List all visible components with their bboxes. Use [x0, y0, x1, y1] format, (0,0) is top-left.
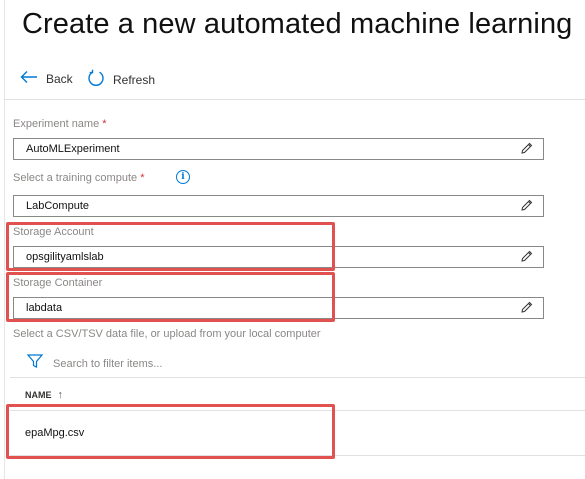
training-compute-field[interactable]: LabCompute	[13, 195, 544, 217]
back-arrow-icon	[20, 70, 38, 87]
info-icon[interactable]: i	[176, 170, 190, 184]
edit-pencil-icon[interactable]	[521, 199, 533, 214]
refresh-button[interactable]: Refresh	[87, 69, 155, 90]
highlight-box-file	[6, 404, 335, 459]
back-button[interactable]: Back	[20, 70, 73, 87]
training-compute-label: Select a training compute *	[13, 172, 145, 184]
left-border	[4, 0, 5, 479]
filter-input[interactable]: Search to filter items...	[53, 358, 162, 370]
page-title: Create a new automated machine learning	[22, 8, 573, 40]
sort-ascending-icon: ↑	[57, 389, 64, 401]
filter-icon	[26, 353, 44, 374]
filter-search[interactable]: Search to filter items...	[26, 353, 162, 374]
refresh-icon	[87, 69, 105, 90]
back-label: Back	[46, 71, 73, 86]
edit-pencil-icon[interactable]	[521, 142, 533, 157]
name-column-header[interactable]: NAME ↑	[25, 389, 63, 401]
edit-pencil-icon[interactable]	[521, 301, 533, 316]
experiment-name-value: AutoMLExperiment	[26, 143, 120, 155]
highlight-box-storage-account	[6, 222, 335, 271]
file-select-prompt: Select a CSV/TSV data file, or upload fr…	[13, 328, 321, 340]
refresh-label: Refresh	[113, 72, 156, 87]
highlight-box-storage-container	[6, 272, 335, 322]
training-compute-value: LabCompute	[26, 200, 89, 212]
edit-pencil-icon[interactable]	[521, 250, 533, 265]
toolbar-divider	[4, 99, 585, 100]
experiment-name-label: Experiment name *	[13, 118, 107, 130]
filter-divider	[10, 377, 585, 378]
experiment-name-field[interactable]: AutoMLExperiment	[13, 138, 544, 160]
